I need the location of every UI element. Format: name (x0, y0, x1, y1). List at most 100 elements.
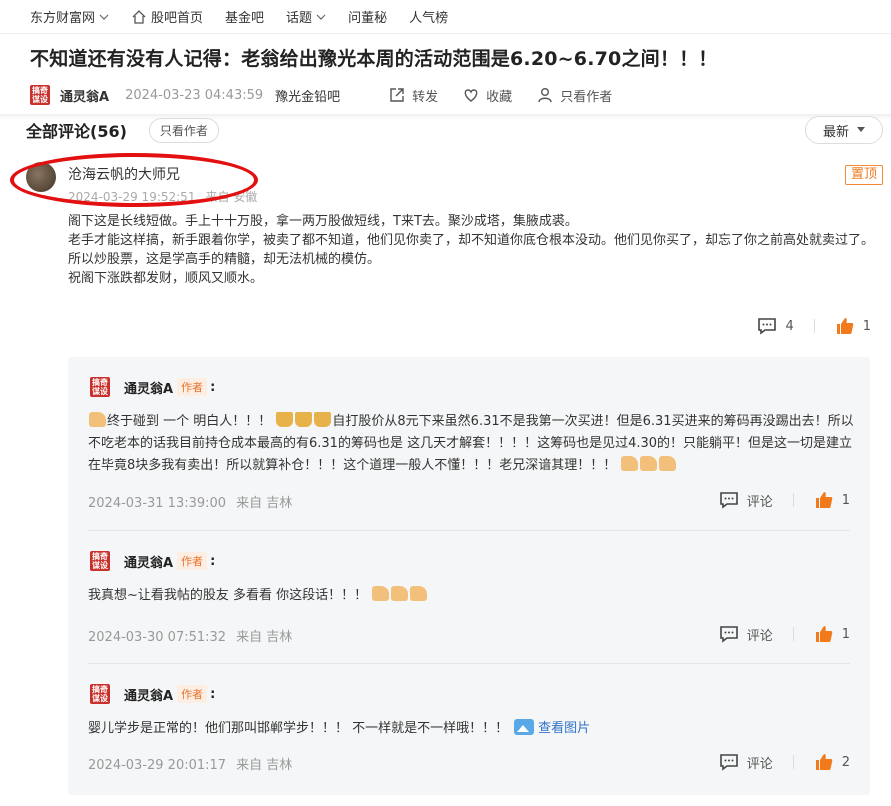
comment-line: 阁下这是长线短做。手上十十万股，拿一两万股做短线，T来T去。聚沙成塔，集腋成裘。 (68, 214, 578, 229)
share-button[interactable]: 转发 (388, 86, 438, 105)
sort-dropdown[interactable]: 最新 (805, 116, 883, 144)
author-tag: 作者 (177, 378, 208, 396)
reply-text-part: 终于碰到 一个 明白人！！！ (107, 414, 272, 429)
reply-source: 来自 吉林 (236, 758, 293, 773)
post-meta: 搞奇谋设 通灵翁A 2024-03-23 04:43:59 豫光金铅吧 转发 收… (30, 84, 636, 106)
reply-like-button[interactable]: 1 (814, 624, 850, 644)
reply-avatar[interactable]: 搞奇谋设 (90, 377, 110, 397)
author-tag: 作者 (177, 552, 208, 570)
reply-comment-button[interactable]: 评论 (719, 490, 773, 510)
author-avatar[interactable]: 搞奇谋设 (30, 85, 50, 105)
reply-comment-button[interactable]: 评论 (719, 624, 773, 644)
top-nav: 东方财富网 股吧首页 基金吧 话题 问董秘 人气榜 (0, 0, 891, 34)
author-tag: 作者 (177, 685, 208, 703)
reply-comment-button[interactable]: 评论 (719, 752, 773, 772)
comment-icon (719, 492, 738, 509)
like-count: 1 (862, 318, 871, 334)
like-button[interactable]: 1 (835, 316, 871, 336)
divider (792, 627, 794, 641)
thumbs-up-emoji-icon (372, 586, 390, 601)
reply-text: 婴儿学步是正常的！他们那叫邯郸学步！！！ 不一样就是不一样哦！！！ 查看图片 (88, 718, 858, 740)
highlight-annotation-oval (10, 153, 258, 207)
comment-line: 所以炒股票，这是学高手的精髓，却无法机械的模仿。 (68, 252, 381, 267)
thumbs-up-emoji-icon (89, 412, 106, 427)
reply-count: 4 (785, 318, 794, 334)
reply-header: 搞奇谋设 通灵翁A 作者 : (90, 377, 215, 397)
thumbs-up-icon (815, 492, 833, 508)
like-count: 2 (841, 754, 850, 770)
thumbs-up-emoji-icon (640, 456, 658, 471)
thumbs-up-icon (815, 754, 833, 770)
cheers-emoji-icon (295, 412, 313, 427)
reply-meta: 2024-03-30 07:51:32 来自 吉林 (88, 626, 292, 645)
nav-ask[interactable]: 问董秘 (348, 7, 387, 26)
reply-actions: 评论 2 (719, 752, 850, 772)
nav-home[interactable]: 股吧首页 (131, 7, 203, 26)
thumbs-up-icon (815, 626, 833, 642)
comment-actions: 4 1 (757, 316, 871, 336)
nav-topics-label: 话题 (286, 11, 313, 26)
thumbs-up-emoji-icon (659, 456, 677, 471)
comment-icon (719, 626, 738, 643)
nav-site[interactable]: 东方财富网 (30, 7, 109, 26)
colon: : (210, 553, 216, 569)
comments-header: 全部评论(56) 只看作者 (26, 116, 219, 144)
image-icon (514, 719, 535, 735)
divider (792, 755, 794, 769)
reply-date: 2024-03-31 13:39:00 (88, 496, 227, 511)
comment-body: 阁下这是长线短做。手上十十万股，拿一两万股做短线，T来T去。聚沙成塔，集腋成裘。… (68, 212, 876, 288)
user-icon (538, 88, 552, 103)
post-date: 2024-03-23 04:43:59 (125, 87, 264, 103)
comment-icon (758, 318, 777, 335)
only-author-filter[interactable]: 只看作者 (148, 117, 219, 143)
divider (792, 493, 794, 507)
colon: : (210, 379, 216, 395)
comment-icon (719, 754, 738, 771)
reply-avatar[interactable]: 搞奇谋设 (90, 684, 110, 704)
nav-popular[interactable]: 人气榜 (409, 7, 448, 26)
reply-text: 我真想~让看我帖的股友 多看看 你这段话！！！ (88, 585, 858, 607)
nav-fund[interactable]: 基金吧 (225, 7, 264, 26)
comment-label: 评论 (746, 494, 773, 510)
comment-line: 祝阁下涨跌都发财，顺风又顺水。 (68, 271, 264, 286)
comment-line: 老手才能这样搞，新手跟着你学，被卖了都不知道，他们见你卖了，却不知道你底仓根本没… (68, 233, 875, 248)
thumbs-up-icon (836, 318, 854, 334)
comments-count: 全部评论(56) (26, 122, 127, 141)
home-icon (132, 9, 146, 24)
replies-panel: 搞奇谋设 通灵翁A 作者 : 终于碰到 一个 明白人！！！ 自打股价从8元下来虽… (68, 357, 870, 795)
chevron-down-icon (316, 14, 326, 20)
post-author[interactable]: 通灵翁A (60, 86, 109, 105)
reply-header: 搞奇谋设 通灵翁A 作者 : (90, 551, 215, 571)
view-image-link[interactable]: 查看图片 (538, 721, 590, 736)
reply-text-part: 我真想~让看我帖的股友 多看看 你这段话！！！ (88, 588, 368, 603)
reply-author[interactable]: 通灵翁A (124, 685, 173, 704)
reply-date: 2024-03-29 20:01:17 (88, 758, 227, 773)
post-bar-link[interactable]: 豫光金铅吧 (275, 86, 340, 105)
reply-meta: 2024-03-29 20:01:17 来自 吉林 (88, 754, 292, 773)
reply-divider (88, 530, 850, 531)
reply-author[interactable]: 通灵翁A (124, 378, 173, 397)
reply-source: 来自 吉林 (236, 496, 293, 511)
thumbs-up-emoji-icon (410, 586, 428, 601)
reply-text-part: 婴儿学步是正常的！他们那叫邯郸学步！！！ 不一样就是不一样哦！！！ (88, 721, 509, 736)
favorite-label: 收藏 (486, 89, 513, 105)
nav-topics[interactable]: 话题 (286, 7, 326, 26)
pinned-badge: 置顶 (844, 165, 883, 185)
reply-avatar[interactable]: 搞奇谋设 (90, 551, 110, 571)
comment-label: 评论 (746, 628, 773, 644)
favorite-button[interactable]: 收藏 (462, 86, 512, 105)
sort-label: 最新 (822, 124, 849, 140)
heart-icon (464, 89, 478, 102)
reply-like-button[interactable]: 2 (814, 752, 850, 772)
reply-source: 来自 吉林 (236, 630, 293, 645)
colon: : (210, 686, 216, 702)
reply-text: 终于碰到 一个 明白人！！！ 自打股价从8元下来虽然6.31不是我第一次买进！但… (88, 411, 858, 477)
reply-like-button[interactable]: 1 (814, 490, 850, 510)
only-author-label: 只看作者 (560, 89, 613, 105)
reply-date: 2024-03-30 07:51:32 (88, 630, 227, 645)
only-author-button[interactable]: 只看作者 (536, 86, 612, 105)
reply-divider (88, 663, 850, 664)
reply-count-button[interactable]: 4 (757, 316, 794, 336)
post-title: 不知道还有没有人记得：老翁给出豫光本周的活动范围是6.20~6.70之间！！！ (30, 48, 718, 70)
reply-author[interactable]: 通灵翁A (124, 552, 173, 571)
